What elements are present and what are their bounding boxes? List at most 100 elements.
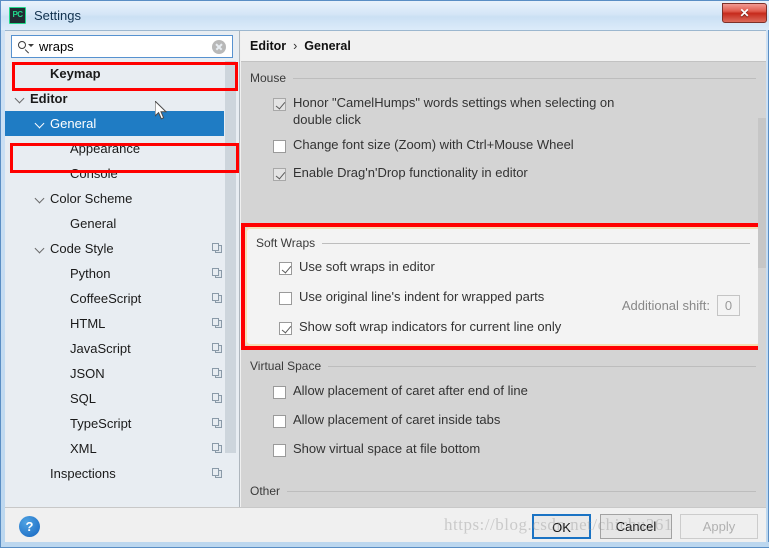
chevron-down-icon[interactable] xyxy=(15,93,26,104)
copy-scheme-icon[interactable] xyxy=(212,243,223,254)
sidebar-item-general[interactable]: General xyxy=(5,111,237,136)
checkbox-enable-drag-n-drop[interactable]: Enable Drag'n'Drop functionality in edit… xyxy=(241,164,766,190)
sidebar-item-label: Appearance xyxy=(70,141,141,156)
mouse-cursor xyxy=(155,101,168,120)
sidebar-item-code-style[interactable]: Code Style xyxy=(5,236,237,261)
checkbox-caret-inside-tabs[interactable]: Allow placement of caret inside tabs xyxy=(241,411,766,437)
copy-scheme-icon[interactable] xyxy=(212,268,223,279)
chevron-down-icon[interactable] xyxy=(35,118,46,129)
title-bar: PC Settings ✕ xyxy=(1,1,769,30)
chevron-down-icon[interactable] xyxy=(35,243,46,254)
sidebar-scrollbar-thumb[interactable] xyxy=(225,61,236,453)
search-icon xyxy=(17,40,35,54)
checkbox-change-font-size[interactable]: Change font size (Zoom) with Ctrl+Mouse … xyxy=(241,136,766,162)
content-scrollbar-thumb[interactable] xyxy=(758,118,766,268)
copy-scheme-icon[interactable] xyxy=(212,343,223,354)
window-bottom-edge xyxy=(1,542,769,547)
pane-splitter[interactable] xyxy=(237,31,240,517)
sidebar-item-xml[interactable]: XML xyxy=(5,436,237,461)
sidebar-item-label: XML xyxy=(70,441,97,456)
checkbox-icon[interactable] xyxy=(273,168,286,181)
sidebar-item-label: Editor xyxy=(30,91,68,106)
settings-content: Mouse Honor "CamelHumps" words settings … xyxy=(241,62,766,517)
checkbox-icon[interactable] xyxy=(273,386,286,399)
checkbox-label: Allow placement of caret inside tabs xyxy=(293,412,501,427)
copy-scheme-icon[interactable] xyxy=(212,443,223,454)
sidebar-item-console[interactable]: Console xyxy=(5,161,237,186)
checkbox-icon[interactable] xyxy=(273,444,286,457)
sidebar-item-keymap[interactable]: Keymap xyxy=(5,61,237,86)
group-soft-wraps: Soft Wraps Use soft wraps in editor Use … xyxy=(241,223,766,350)
settings-window: PC Settings ✕ wraps Keymap Editor General A… xyxy=(0,0,769,548)
sidebar-item-coffeescript[interactable]: CoffeeScript xyxy=(5,286,237,311)
sidebar-item-label: Python xyxy=(70,266,111,281)
sidebar-item-label: Keymap xyxy=(50,66,101,81)
chevron-down-icon[interactable] xyxy=(35,193,46,204)
checkbox-label: Change font size (Zoom) with Ctrl+Mouse … xyxy=(293,137,574,152)
sidebar-item-label: Color Scheme xyxy=(50,191,133,206)
close-icon[interactable]: ✕ xyxy=(722,3,767,23)
copy-scheme-icon[interactable] xyxy=(212,418,223,429)
sidebar-item-inspections[interactable]: Inspections xyxy=(5,461,237,486)
content-scrollbar[interactable] xyxy=(758,62,766,517)
sidebar-item-json[interactable]: JSON xyxy=(5,361,237,386)
checkbox-label: Allow placement of caret after end of li… xyxy=(293,383,528,398)
annotation-rect-soft-wraps xyxy=(241,223,766,350)
apply-button: Apply xyxy=(680,514,758,539)
pycharm-app-icon: PC xyxy=(9,7,26,24)
checkbox-honor-camelhumps[interactable]: Honor "CamelHumps" words settings when s… xyxy=(241,94,766,128)
sidebar-item-editor[interactable]: Editor xyxy=(5,86,237,111)
group-mouse-title: Mouse xyxy=(250,71,287,85)
sidebar-item-label: CoffeeScript xyxy=(70,291,142,306)
divider xyxy=(287,490,756,492)
divider xyxy=(293,77,756,79)
clear-icon[interactable] xyxy=(212,39,226,54)
checkbox-show-virtual-space-bottom[interactable]: Show virtual space at file bottom xyxy=(241,440,766,466)
checkbox-label: Honor "CamelHumps" words settings when s… xyxy=(293,95,615,127)
copy-scheme-icon[interactable] xyxy=(212,393,223,404)
breadcrumb: Editor › General xyxy=(241,31,766,62)
cancel-button[interactable]: Cancel xyxy=(600,514,672,539)
sidebar-item-color-scheme[interactable]: Color Scheme xyxy=(5,186,237,211)
sidebar-item-sql[interactable]: SQL xyxy=(5,386,237,411)
ok-button[interactable]: OK xyxy=(532,514,591,539)
group-mouse: Mouse Honor "CamelHumps" words settings … xyxy=(241,68,766,190)
help-icon[interactable]: ? xyxy=(19,516,40,537)
breadcrumb-leaf: General xyxy=(304,39,351,53)
search-input[interactable]: wraps xyxy=(11,35,233,58)
checkbox-label: Enable Drag'n'Drop functionality in edit… xyxy=(293,165,528,180)
sidebar-item-javascript[interactable]: JavaScript xyxy=(5,336,237,361)
checkbox-icon[interactable] xyxy=(273,140,286,153)
group-virtual-space-title: Virtual Space xyxy=(250,359,322,373)
sidebar-item-python[interactable]: Python xyxy=(5,261,237,286)
copy-scheme-icon[interactable] xyxy=(212,368,223,379)
sidebar-item-label: Console xyxy=(70,166,118,181)
chevron-right-icon: › xyxy=(293,39,298,53)
settings-detail-pane: Editor › General Mouse Honor "CamelHumps… xyxy=(241,31,766,517)
settings-sidebar: wraps Keymap Editor General Appearance Conso… xyxy=(5,31,237,517)
copy-scheme-icon[interactable] xyxy=(212,318,223,329)
checkbox-icon[interactable] xyxy=(273,98,286,111)
checkbox-icon[interactable] xyxy=(273,415,286,428)
sidebar-item-label: TypeScript xyxy=(70,416,132,431)
group-other-header: Other xyxy=(241,481,766,501)
sidebar-item-html[interactable]: HTML xyxy=(5,311,237,336)
checkbox-label: Show virtual space at file bottom xyxy=(293,441,481,456)
sidebar-item-label: General xyxy=(70,216,117,231)
sidebar-item-general[interactable]: General xyxy=(5,211,237,236)
group-mouse-header: Mouse xyxy=(241,68,766,88)
copy-scheme-icon[interactable] xyxy=(212,293,223,304)
sidebar-item-label: HTML xyxy=(70,316,106,331)
copy-scheme-icon[interactable] xyxy=(212,468,223,479)
dialog-footer: ? OK Cancel Apply xyxy=(5,507,766,545)
breadcrumb-root[interactable]: Editor xyxy=(250,39,286,53)
checkbox-caret-after-end-of-line[interactable]: Allow placement of caret after end of li… xyxy=(241,382,766,408)
sidebar-scrollbar[interactable] xyxy=(224,61,237,517)
sidebar-item-typescript[interactable]: TypeScript xyxy=(5,411,237,436)
sidebar-item-appearance[interactable]: Appearance xyxy=(5,136,237,161)
sidebar-item-label: Code Style xyxy=(50,241,114,256)
settings-tree: Keymap Editor General Appearance Console Colo… xyxy=(5,61,237,517)
group-other-title: Other xyxy=(250,484,281,498)
sidebar-item-label: SQL xyxy=(70,391,97,406)
divider xyxy=(328,365,756,367)
